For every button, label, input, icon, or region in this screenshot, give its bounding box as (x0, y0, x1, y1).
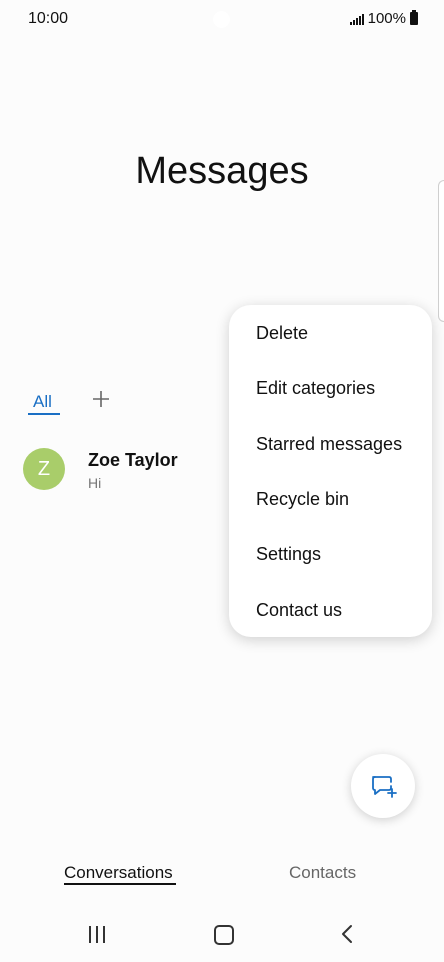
edge-panel-handle[interactable] (438, 180, 444, 322)
tab-all-indicator (28, 413, 60, 415)
battery-icon (410, 10, 418, 25)
menu-item-starred-messages[interactable]: Starred messages (256, 434, 402, 455)
tab-all[interactable]: All (33, 392, 52, 412)
avatar: Z (23, 448, 65, 490)
menu-item-contact-us[interactable]: Contact us (256, 600, 342, 621)
status-bar: 10:00 100% (0, 0, 444, 38)
menu-item-delete[interactable]: Delete (256, 323, 308, 344)
menu-item-settings[interactable]: Settings (256, 544, 321, 565)
context-menu: Delete Edit categories Starred messages … (229, 305, 432, 637)
page-title: Messages (135, 150, 309, 192)
signal-icon (349, 13, 364, 25)
battery-percent: 100% (367, 10, 406, 27)
back-icon[interactable] (339, 924, 355, 949)
status-indicators: 100% (349, 10, 418, 27)
tab-conversations-indicator (64, 883, 176, 885)
navigation-bar (0, 910, 444, 962)
front-camera (213, 11, 230, 28)
plus-icon[interactable] (90, 388, 112, 412)
recents-icon[interactable] (89, 926, 105, 943)
status-time: 10:00 (28, 10, 69, 27)
tab-contacts[interactable]: Contacts (289, 863, 356, 883)
home-icon[interactable] (214, 925, 234, 945)
contact-name: Zoe Taylor (88, 450, 178, 470)
menu-item-recycle-bin[interactable]: Recycle bin (256, 489, 349, 510)
compose-message-icon (372, 776, 397, 798)
message-preview: Hi (88, 475, 102, 491)
menu-item-edit-categories[interactable]: Edit categories (256, 378, 375, 399)
tab-conversations[interactable]: Conversations (64, 863, 173, 883)
compose-button[interactable] (351, 754, 415, 818)
